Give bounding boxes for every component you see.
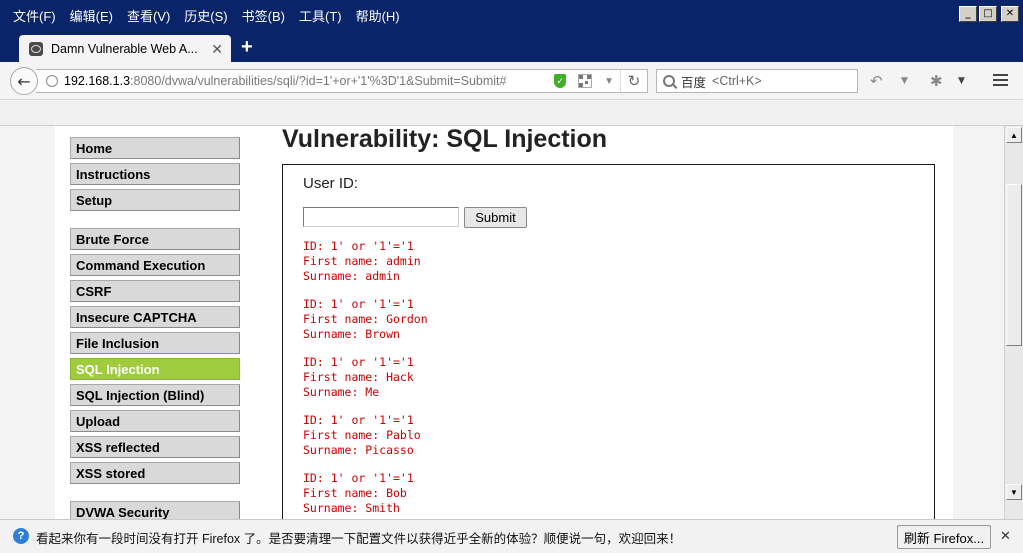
vulnerable-code-area: User ID: Submit ID: 1' or '1'='1 First n… (282, 164, 935, 519)
menu-bookmarks[interactable]: 书签(B) (235, 6, 292, 25)
reload-button[interactable]: ↻ (620, 70, 647, 92)
sidebar-item-instructions[interactable]: Instructions (70, 163, 240, 185)
result-surname: Surname: Smith (303, 501, 400, 515)
sidebar-item-brute-force[interactable]: Brute Force (70, 228, 240, 250)
result-id: ID: 1' or '1'='1 (303, 471, 414, 485)
result-id: ID: 1' or '1'='1 (303, 297, 414, 311)
result-item: ID: 1' or '1'='1 First name: Hack Surnam… (303, 355, 428, 400)
scroll-up-arrow-icon[interactable]: ▲ (1006, 127, 1022, 143)
bug-icon[interactable]: ✱ (930, 72, 943, 90)
nav-group-main: Home Instructions Setup (70, 137, 240, 211)
sidebar-item-xss-stored[interactable]: XSS stored (70, 462, 240, 484)
menu-tools[interactable]: 工具(T) (292, 6, 349, 25)
search-box[interactable]: 百度 <Ctrl+K> (656, 69, 858, 93)
tab-close-icon[interactable]: ✕ (211, 41, 223, 58)
menu-view[interactable]: 查看(V) (120, 6, 177, 25)
scroll-down-arrow-icon[interactable]: ▼ (1006, 484, 1022, 500)
scrollbar-thumb[interactable] (1006, 184, 1022, 346)
sidebar-item-command-execution[interactable]: Command Execution (70, 254, 240, 276)
sidebar-item-file-inclusion[interactable]: File Inclusion (70, 332, 240, 354)
refresh-firefox-button[interactable]: 刷新 Firefox... (897, 525, 991, 549)
result-surname: Surname: Me (303, 385, 380, 399)
result-item: ID: 1' or '1'='1 First name: Gordon Surn… (303, 297, 428, 342)
notification-close-icon[interactable]: ✕ (1000, 529, 1011, 544)
result-first-name: First name: Hack (303, 370, 414, 384)
bookmarks-toolbar (0, 100, 1023, 126)
user-id-input[interactable] (303, 207, 459, 227)
page-title: Vulnerability: SQL Injection (282, 126, 608, 153)
menu-history[interactable]: 历史(S) (177, 6, 234, 25)
notification-text: 看起来你有一段时间没有打开 Firefox 了。是否要清理一下配置文件以获得近乎… (36, 532, 682, 546)
result-surname: Surname: Brown (303, 327, 400, 341)
dvwa-favicon-icon (29, 42, 43, 56)
back-button[interactable]: ← (10, 67, 38, 95)
notification-bar: ? 看起来你有一段时间没有打开 Firefox 了。是否要清理一下配置文件以获得… (0, 519, 1023, 553)
page-viewport: Home Instructions Setup Brute Force Comm… (0, 126, 1004, 519)
result-first-name: First name: Gordon (303, 312, 428, 326)
sidebar-item-csrf[interactable]: CSRF (70, 280, 240, 302)
result-item: ID: 1' or '1'='1 First name: Bob Surname… (303, 471, 428, 516)
sidebar-item-insecure-captcha[interactable]: Insecure CAPTCHA (70, 306, 240, 328)
menu-file[interactable]: 文件(F) (6, 6, 63, 25)
result-surname: Surname: Picasso (303, 443, 414, 457)
nav-group-vulnerabilities: Brute Force Command Execution CSRF Insec… (70, 228, 240, 484)
search-placeholder: <Ctrl+K> (712, 74, 762, 88)
search-engine-label: 百度 (681, 75, 707, 90)
sidebar-menu: Home Instructions Setup Brute Force Comm… (70, 137, 240, 519)
main-content: Vulnerability: SQL Injection User ID: Su… (282, 126, 942, 519)
window-titlebar: 文件(F) 编辑(E) 查看(V) 历史(S) 书签(B) 工具(T) 帮助(H… (0, 0, 1023, 34)
maximize-button[interactable]: □ (979, 6, 997, 22)
query-results: ID: 1' or '1'='1 First name: admin Surna… (303, 239, 428, 519)
user-id-label: User ID: (303, 175, 359, 192)
tab-strip: Damn Vulnerable Web A... ✕ + (0, 34, 1023, 63)
sidebar-item-home[interactable]: Home (70, 137, 240, 159)
window-controls: _ □ ✕ (959, 6, 1019, 22)
new-tab-button[interactable]: + (241, 36, 253, 59)
result-id: ID: 1' or '1'='1 (303, 239, 414, 253)
sidebar-item-sql-injection[interactable]: SQL Injection (70, 358, 240, 380)
close-window-button[interactable]: ✕ (1001, 6, 1019, 22)
url-bar[interactable]: 192.168.1.3:8080/dvwa/vulnerabilities/sq… (36, 69, 648, 93)
shield-check-icon[interactable]: ✓ (554, 74, 567, 88)
url-dropdown-icon[interactable]: ▼ (604, 76, 614, 87)
result-first-name: First name: admin (303, 254, 421, 268)
search-icon (663, 75, 675, 87)
result-id: ID: 1' or '1'='1 (303, 355, 414, 369)
browser-tab[interactable]: Damn Vulnerable Web A... ✕ (19, 35, 231, 63)
sidebar-item-dvwa-security[interactable]: DVWA Security (70, 501, 240, 519)
minimize-button[interactable]: _ (959, 6, 977, 22)
hamburger-menu-icon[interactable] (993, 74, 1008, 86)
menu-edit[interactable]: 编辑(E) (63, 6, 120, 25)
result-item: ID: 1' or '1'='1 First name: Pablo Surna… (303, 413, 428, 458)
sidebar-item-setup[interactable]: Setup (70, 189, 240, 211)
nav-group-security: DVWA Security (70, 501, 240, 519)
navigation-toolbar: 192.168.1.3:8080/dvwa/vulnerabilities/sq… (0, 62, 1023, 100)
addon-dropdown-icon[interactable]: ▼ (958, 76, 965, 86)
url-text[interactable]: 192.168.1.3:8080/dvwa/vulnerabilities/sq… (64, 74, 548, 88)
url-path: :8080/dvwa/vulnerabilities/sqli/?id=1'+o… (130, 74, 507, 88)
tab-title: Damn Vulnerable Web A... (51, 42, 198, 56)
result-id: ID: 1' or '1'='1 (303, 413, 414, 427)
url-host: 192.168.1.3 (64, 74, 131, 88)
result-first-name: First name: Bob (303, 486, 407, 500)
menubar: 文件(F) 编辑(E) 查看(V) 历史(S) 书签(B) 工具(T) 帮助(H… (6, 6, 407, 25)
undo-icon[interactable]: ↶ (870, 72, 883, 90)
result-surname: Surname: admin (303, 269, 400, 283)
vertical-scrollbar[interactable]: ▲ ▼ (1004, 126, 1023, 519)
page-body: Home Instructions Setup Brute Force Comm… (55, 126, 953, 519)
undo-dropdown-icon[interactable]: ▼ (901, 76, 908, 86)
globe-icon (46, 75, 58, 87)
qr-code-icon[interactable] (578, 74, 593, 88)
submit-button[interactable]: Submit (464, 207, 527, 228)
result-first-name: First name: Pablo (303, 428, 421, 442)
result-item: ID: 1' or '1'='1 First name: admin Surna… (303, 239, 428, 284)
sidebar-item-xss-reflected[interactable]: XSS reflected (70, 436, 240, 458)
menu-help[interactable]: 帮助(H) (349, 6, 407, 25)
sidebar-item-upload[interactable]: Upload (70, 410, 240, 432)
question-icon: ? (13, 528, 29, 544)
sidebar-item-sql-injection-blind[interactable]: SQL Injection (Blind) (70, 384, 240, 406)
